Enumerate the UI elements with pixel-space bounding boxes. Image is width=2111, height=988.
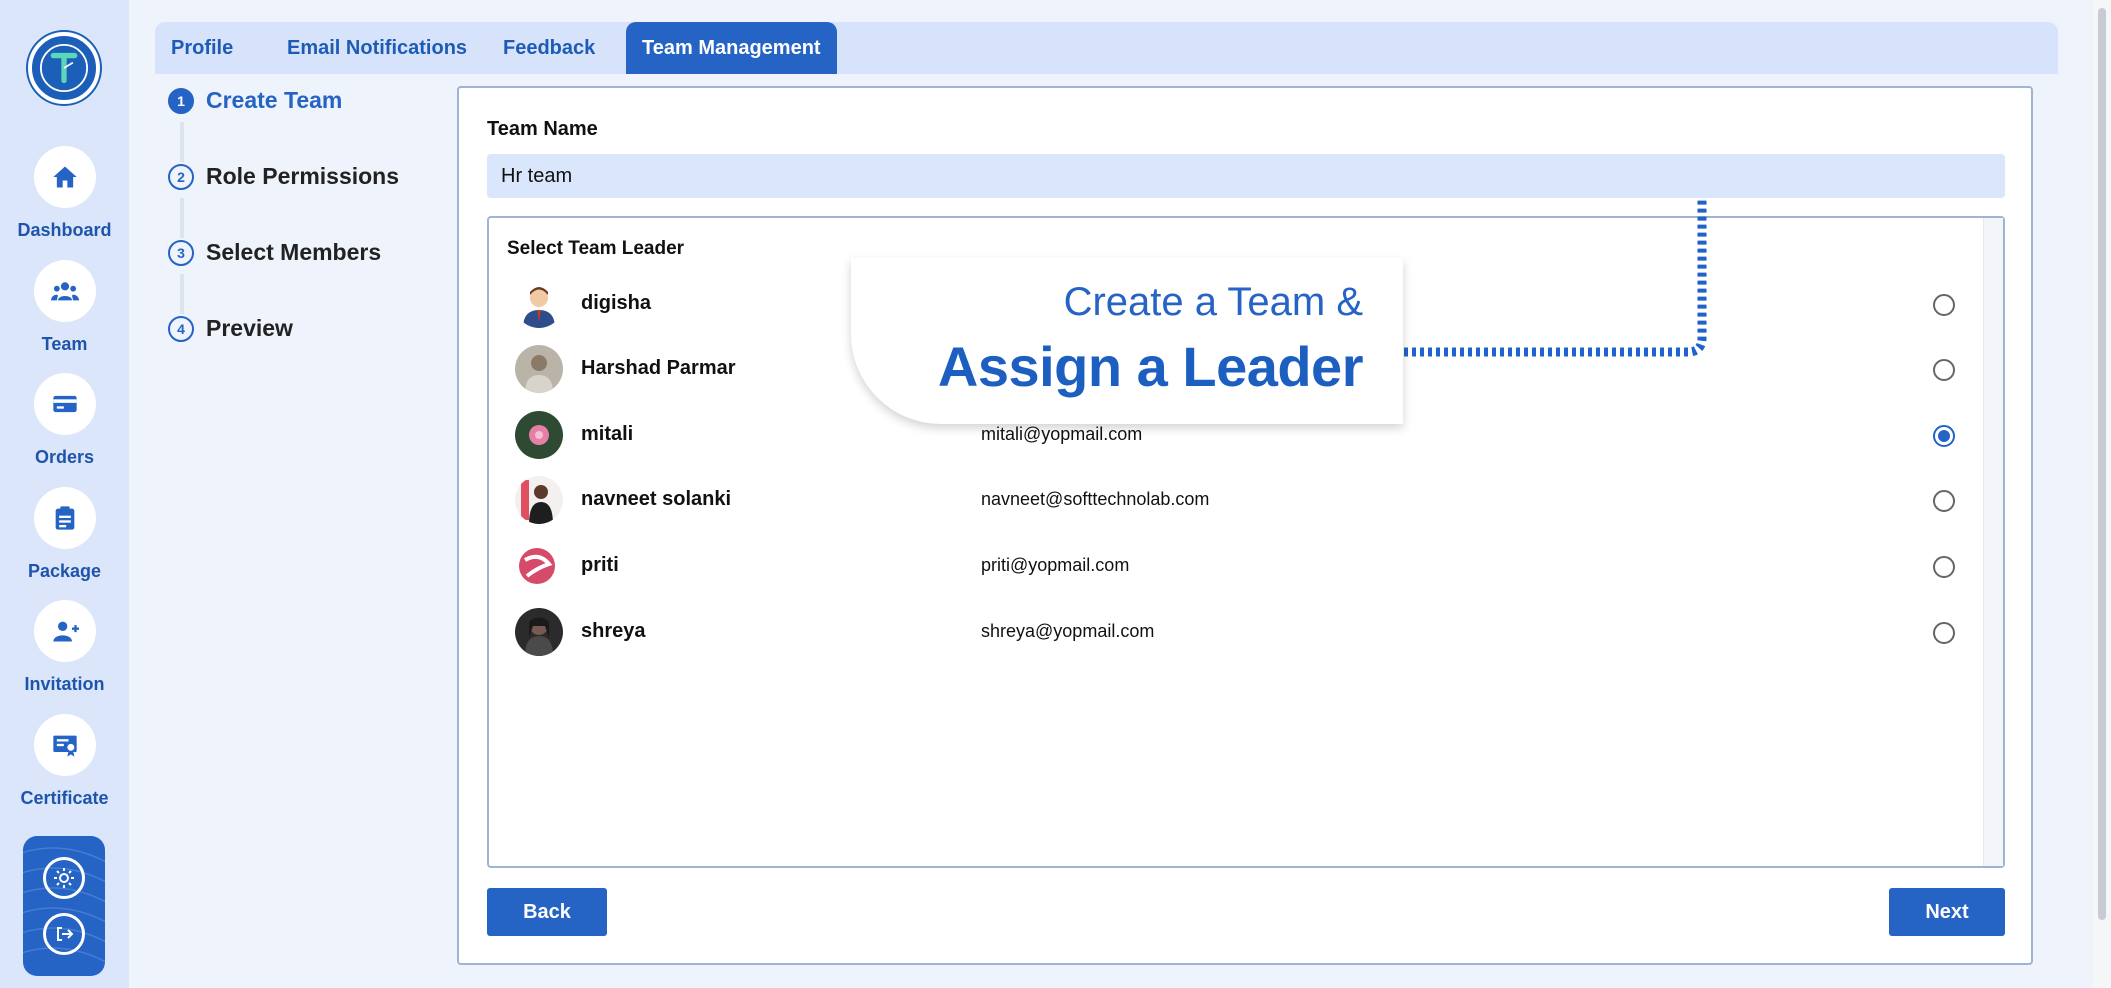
sidebar-item-label: Invitation [24, 674, 105, 694]
avatar [515, 476, 563, 524]
promo-callout: Create a Team & Assign a Leader [851, 258, 1403, 424]
member-name: navneet solanki [581, 488, 732, 510]
leader-radio[interactable] [1933, 294, 1955, 316]
callout-line-2: Assign a Leader [937, 335, 1364, 398]
step-number: 4 [168, 316, 194, 342]
settings-panel [23, 836, 105, 976]
sidebar-item-label: Team [41, 334, 88, 354]
member-row[interactable]: priti priti@yopmail.com [515, 540, 1965, 592]
gear-icon [54, 868, 74, 888]
member-name: mitali [581, 423, 634, 445]
team-icon [50, 282, 79, 301]
tab-feedback[interactable]: Feedback [487, 22, 611, 74]
create-team-card: Team Name Select Team Leader digisha Har… [457, 86, 2033, 965]
tab-profile[interactable]: Profile [155, 22, 249, 74]
avatar [515, 542, 563, 590]
sidebar-item-label: Package [27, 561, 102, 581]
scrollbar-thumb[interactable] [2098, 8, 2106, 920]
step-label: Create Team [206, 87, 343, 113]
sidebar-item-certificate[interactable]: Certificate [0, 714, 129, 809]
step-label: Preview [206, 315, 293, 341]
select-leader-title: Select Team Leader [507, 238, 685, 259]
avatar [515, 411, 563, 459]
list-scrollbar[interactable] [1983, 218, 2003, 866]
add-user-icon [52, 621, 79, 642]
sidebar-item-orders[interactable]: Orders [0, 373, 129, 468]
avatar [515, 345, 563, 393]
member-name: priti [581, 554, 619, 576]
logout-button[interactable] [43, 913, 85, 955]
leader-radio[interactable] [1933, 359, 1955, 381]
sidebar-item-package[interactable]: Package [0, 487, 129, 582]
step-connector [180, 274, 184, 314]
member-email: navneet@softtechnolab.com [981, 489, 1210, 509]
member-name: shreya [581, 620, 646, 642]
sidebar-item-team[interactable]: Team [0, 260, 129, 355]
back-button[interactable]: Back [487, 888, 607, 936]
clock-logo-icon [40, 44, 88, 92]
app-logo[interactable] [28, 32, 100, 104]
leader-radio[interactable] [1933, 556, 1955, 578]
sidebar-item-label: Certificate [20, 788, 109, 808]
clipboard-icon [55, 506, 74, 530]
home-icon [52, 166, 77, 188]
tab-email-notifications[interactable]: Email Notifications [271, 22, 483, 74]
card-icon [52, 395, 77, 413]
leader-radio[interactable] [1933, 425, 1955, 447]
sidebar-item-dashboard[interactable]: Dashboard [0, 146, 129, 241]
step-number: 2 [168, 164, 194, 190]
step-number: 3 [168, 240, 194, 266]
next-button[interactable]: Next [1889, 888, 2005, 936]
member-row[interactable]: navneet solanki navneet@softtechnolab.co… [515, 474, 1965, 526]
settings-button[interactable] [43, 857, 85, 899]
avatar [515, 608, 563, 656]
step-connector [180, 198, 184, 238]
photo-avatar-icon [515, 476, 563, 524]
sidebar-item-invitation[interactable]: Invitation [0, 600, 129, 695]
step-label: Role Permissions [206, 163, 400, 189]
callout-line-1: Create a Team & [1063, 280, 1363, 324]
step-label: Select Members [206, 239, 382, 265]
leader-radio[interactable] [1933, 490, 1955, 512]
member-email: shreya@yopmail.com [981, 621, 1155, 641]
photo-avatar-icon [515, 608, 563, 656]
team-name-input[interactable] [487, 154, 2005, 198]
step-number: 1 [168, 88, 194, 114]
sidebar-item-label: Orders [34, 447, 95, 467]
member-row[interactable]: shreya shreya@yopmail.com [515, 606, 1965, 658]
flower-avatar-icon [515, 411, 563, 459]
member-email: mitali@yopmail.com [981, 424, 1143, 444]
sidebar: Dashboard Team Orders Package Invitation… [0, 0, 129, 988]
certificate-icon [52, 735, 77, 757]
team-name-label: Team Name [487, 118, 598, 140]
man-avatar-icon [515, 280, 563, 328]
leader-radio[interactable] [1933, 622, 1955, 644]
logout-icon [57, 927, 74, 941]
step-connector [180, 122, 184, 162]
settings-tabs: Profile Email Notifications Feedback Tea… [155, 22, 2058, 74]
member-name: digisha [581, 292, 652, 314]
member-name: Harshad Parmar [581, 357, 736, 379]
photo-avatar-icon [515, 345, 563, 393]
dotted-connector-line [1404, 200, 1707, 357]
sidebar-item-label: Dashboard [17, 220, 112, 240]
member-email: priti@yopmail.com [981, 555, 1130, 575]
avatar [515, 280, 563, 328]
logo-avatar-icon [515, 542, 563, 590]
tab-team-management[interactable]: Team Management [626, 22, 837, 74]
window-scrollbar[interactable] [2093, 0, 2111, 988]
